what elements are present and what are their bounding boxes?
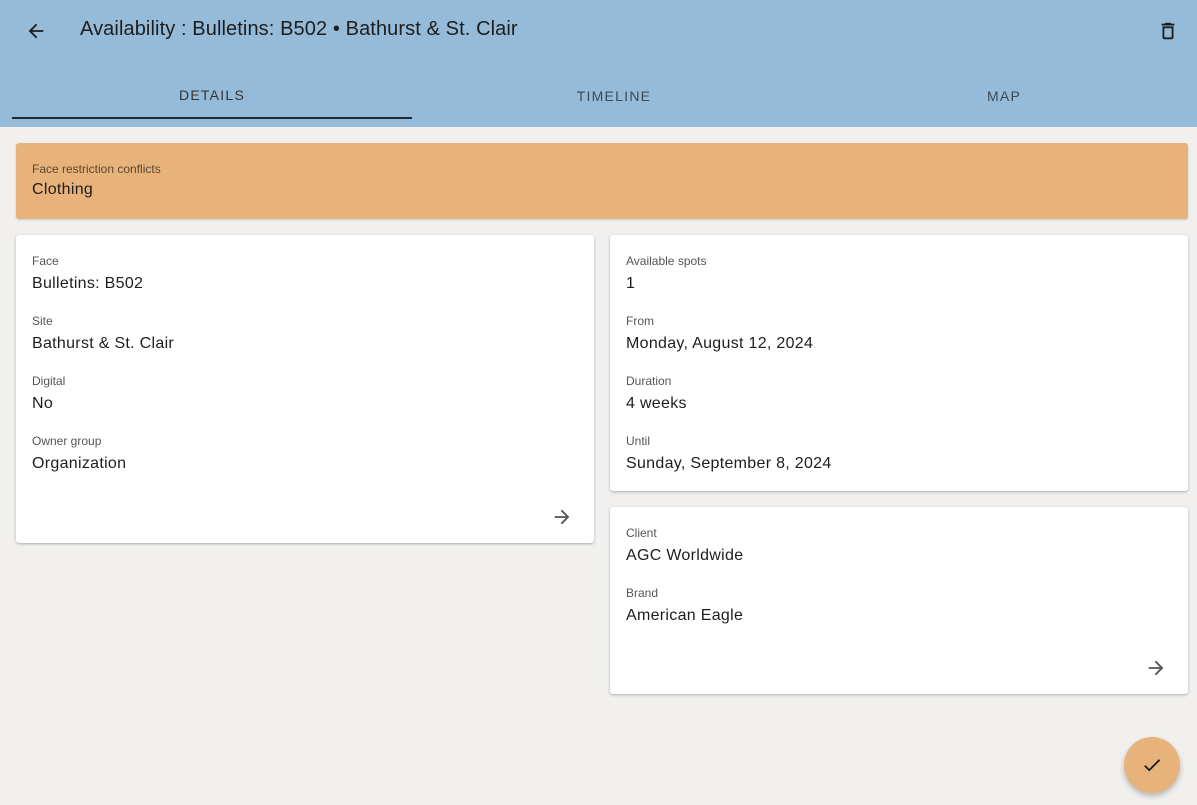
field-value: American Eagle (626, 607, 744, 624)
tab-timeline[interactable]: TIMELINE (412, 72, 816, 119)
tab-details[interactable]: DETAILS (12, 72, 412, 119)
field-value: Sunday, September 8, 2024 (626, 455, 832, 472)
field-owner-group: Owner group Organization (32, 434, 126, 474)
field-value: Bulletins: B502 (32, 275, 144, 292)
confirm-fab[interactable] (1124, 737, 1180, 793)
field-label: Available spots (626, 254, 707, 268)
field-digital: Digital No (32, 374, 65, 414)
field-label: From (626, 314, 654, 328)
field-available-spots: Available spots 1 (626, 254, 707, 294)
tab-map[interactable]: MAP (816, 72, 1192, 119)
availability-card: Available spots 1 From Monday, August 12… (610, 235, 1188, 491)
field-value: 1 (626, 275, 636, 292)
field-label: Digital (32, 374, 66, 388)
arrow-right-icon (1148, 660, 1164, 676)
field-value: AGC Worldwide (626, 547, 744, 564)
client-card: Client AGC Worldwide Brand American Eagl… (610, 507, 1188, 694)
field-label: Brand (626, 586, 659, 600)
field-face: Face Bulletins: B502 (32, 254, 143, 294)
back-button[interactable] (18, 13, 54, 49)
field-value: Monday, August 12, 2024 (626, 335, 814, 352)
field-label: Until (626, 434, 651, 448)
face-card: Face Bulletins: B502 Site Bathurst & St.… (16, 235, 594, 543)
tab-bar: DETAILS TIMELINE MAP (12, 72, 1197, 120)
arrow-right-icon (554, 509, 570, 525)
field-brand: Brand American Eagle (626, 586, 743, 626)
check-icon (1144, 759, 1161, 772)
field-until: Until Sunday, September 8, 2024 (626, 434, 832, 474)
field-site: Site Bathurst & St. Clair (32, 314, 174, 354)
field-label: Duration (626, 374, 672, 388)
client-details-button[interactable] (1140, 652, 1172, 684)
app-bar: Availability : Bulletins: B502 • Bathurs… (0, 0, 1197, 127)
field-value: 4 weeks (626, 395, 687, 412)
conflict-banner: Face restriction conflicts Clothing (16, 143, 1188, 219)
conflict-label: Face restriction conflicts (32, 162, 161, 176)
delete-button[interactable] (1150, 13, 1186, 49)
conflict-value: Clothing (32, 181, 94, 198)
arrow-left-icon (28, 23, 44, 39)
field-from: From Monday, August 12, 2024 (626, 314, 813, 354)
trash-icon (1161, 22, 1175, 40)
field-value: No (32, 395, 54, 412)
field-label: Face (32, 254, 59, 268)
page-title: Availability : Bulletins: B502 • Bathurs… (80, 18, 518, 40)
field-client: Client AGC Worldwide (626, 526, 743, 566)
field-label: Client (626, 526, 657, 540)
field-label: Owner group (32, 434, 102, 448)
field-value: Bathurst & St. Clair (32, 335, 175, 352)
field-label: Site (32, 314, 53, 328)
face-details-button[interactable] (546, 501, 578, 533)
field-duration: Duration 4 weeks (626, 374, 687, 414)
field-value: Organization (32, 455, 127, 472)
